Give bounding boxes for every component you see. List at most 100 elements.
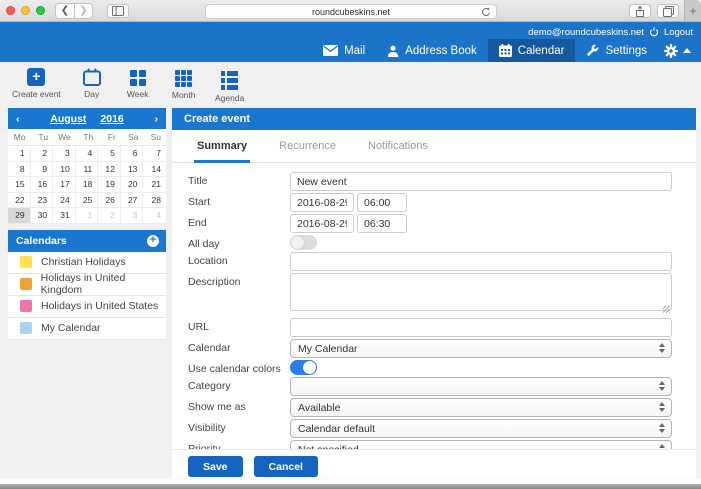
all-day-toggle[interactable] — [290, 235, 317, 250]
priority-select[interactable]: Not specified — [290, 440, 672, 449]
calendar-day-cell[interactable]: 9 — [31, 162, 54, 178]
sidebar-toggle-button[interactable] — [107, 4, 129, 18]
add-calendar-button[interactable]: + — [147, 235, 159, 247]
month-link[interactable]: August — [50, 113, 86, 125]
share-button[interactable] — [629, 4, 651, 18]
calendar-day-cell[interactable]: 27 — [121, 193, 144, 209]
visibility-select[interactable]: Calendar default — [290, 419, 672, 438]
calendar-day-cell[interactable]: 13 — [121, 162, 144, 178]
calendar-day-cell[interactable]: 20 — [121, 177, 144, 193]
toolbar-label: Day — [84, 89, 99, 99]
calendar-day-cell[interactable]: 22 — [8, 193, 31, 209]
calendar-day-cell[interactable]: 1 — [8, 146, 31, 162]
calendar-select[interactable]: My Calendar — [290, 339, 672, 358]
description-textarea[interactable] — [290, 273, 672, 311]
cancel-button[interactable]: Cancel — [254, 456, 318, 477]
calendar-day-cell[interactable]: 30 — [31, 208, 54, 224]
title-input[interactable] — [290, 172, 672, 191]
calendar-day-cell[interactable]: 2 — [98, 208, 121, 224]
year-link[interactable]: 2016 — [100, 113, 123, 125]
calendar-day-cell[interactable]: 28 — [143, 193, 166, 209]
location-input[interactable] — [290, 252, 672, 271]
close-window-button[interactable] — [6, 6, 15, 15]
calendar-day-cell[interactable]: 4 — [76, 146, 99, 162]
address-bar[interactable]: roundcubeskins.net — [205, 4, 497, 19]
week-view-button[interactable]: Week — [123, 68, 153, 99]
next-month-button[interactable]: › — [155, 113, 159, 125]
app-top-bars: demo@roundcubeskins.net Logout Mail — [0, 22, 701, 62]
start-time-input[interactable] — [357, 193, 407, 212]
calendar-icon — [499, 44, 512, 57]
nav-item-calendar[interactable]: Calendar — [488, 39, 576, 62]
resize-grip-icon[interactable] — [663, 306, 670, 313]
calendar-day-cell[interactable]: 10 — [53, 162, 76, 178]
calendar-day-cell[interactable]: 8 — [8, 162, 31, 178]
forward-button[interactable]: ❯ — [74, 4, 92, 18]
nav-item-mail[interactable]: Mail — [312, 39, 376, 62]
nav-item-address-book[interactable]: Address Book — [376, 39, 488, 62]
category-select[interactable] — [290, 377, 672, 396]
month-view-button[interactable]: Month — [169, 68, 199, 100]
calendar-list-item[interactable]: Holidays in United Kingdom — [8, 274, 166, 296]
calendar-day-cell[interactable]: 24 — [53, 193, 76, 209]
calendar-day-cell[interactable]: 14 — [143, 162, 166, 178]
calendar-day-cell[interactable]: 7 — [143, 146, 166, 162]
calendars-panel-header: Calendars + — [8, 230, 166, 252]
back-button[interactable]: ❮ — [56, 4, 74, 18]
minimize-window-button[interactable] — [21, 6, 30, 15]
zoom-window-button[interactable] — [36, 6, 45, 15]
end-date-input[interactable] — [290, 214, 354, 233]
show-me-as-select[interactable]: Available — [290, 398, 672, 417]
url-input[interactable] — [290, 318, 672, 337]
stepper-icon — [659, 423, 665, 433]
calendar-day-cell[interactable]: 18 — [76, 177, 99, 193]
calendar-day-cell[interactable]: 26 — [98, 193, 121, 209]
calendar-day-cell[interactable]: 29 — [8, 208, 31, 224]
calendar-day-cell[interactable]: 5 — [98, 146, 121, 162]
tab-overview-button[interactable] — [657, 4, 679, 18]
calendar-day-cell[interactable]: 17 — [53, 177, 76, 193]
logout-link[interactable]: Logout — [664, 27, 693, 38]
calendar-list-item[interactable]: Holidays in United States — [8, 296, 166, 318]
calendar-day-cell[interactable]: 16 — [31, 177, 54, 193]
url-label: URL — [188, 318, 290, 333]
options-menu-button[interactable] — [658, 39, 701, 62]
weekday-label: Su — [143, 132, 166, 142]
day-view-button[interactable]: Day — [77, 68, 107, 99]
new-tab-button[interactable]: + — [684, 0, 701, 21]
tab-summary[interactable]: Summary — [194, 140, 250, 163]
calendar-day-cell[interactable]: 3 — [121, 208, 144, 224]
sidebar-icon — [112, 6, 124, 16]
calendar-day-cell[interactable]: 19 — [98, 177, 121, 193]
chevron-up-icon — [683, 48, 691, 53]
calendar-day-cell[interactable]: 2 — [31, 146, 54, 162]
calendar-list-item[interactable]: Christian Holidays — [8, 252, 166, 274]
stepper-icon — [659, 343, 665, 353]
use-calendar-colors-toggle[interactable] — [290, 360, 317, 375]
save-button[interactable]: Save — [188, 456, 243, 477]
calendar-day-cell[interactable]: 6 — [121, 146, 144, 162]
reload-icon — [481, 7, 491, 17]
reload-button[interactable] — [481, 7, 491, 17]
calendar-day-cell[interactable]: 15 — [8, 177, 31, 193]
tab-notifications[interactable]: Notifications — [365, 140, 431, 162]
calendar-day-cell[interactable]: 3 — [53, 146, 76, 162]
weekday-label: Tu — [31, 132, 54, 142]
start-date-input[interactable] — [290, 193, 354, 212]
end-time-input[interactable] — [357, 214, 407, 233]
calendar-day-cell[interactable]: 4 — [143, 208, 166, 224]
create-event-button[interactable]: + Create event — [12, 68, 61, 99]
nav-item-settings[interactable]: Settings — [575, 39, 658, 62]
tab-recurrence[interactable]: Recurrence — [276, 140, 339, 162]
calendar-list-item[interactable]: My Calendar — [8, 318, 166, 340]
calendar-day-cell[interactable]: 31 — [53, 208, 76, 224]
event-form: Title Start End All day — [172, 163, 696, 449]
calendar-day-cell[interactable]: 1 — [76, 208, 99, 224]
plus-square-icon: + — [27, 68, 45, 86]
calendar-day-cell[interactable]: 12 — [98, 162, 121, 178]
agenda-view-button[interactable]: Agenda — [215, 68, 245, 103]
calendar-day-cell[interactable]: 23 — [31, 193, 54, 209]
calendar-day-cell[interactable]: 21 — [143, 177, 166, 193]
calendar-day-cell[interactable]: 25 — [76, 193, 99, 209]
calendar-day-cell[interactable]: 11 — [76, 162, 99, 178]
